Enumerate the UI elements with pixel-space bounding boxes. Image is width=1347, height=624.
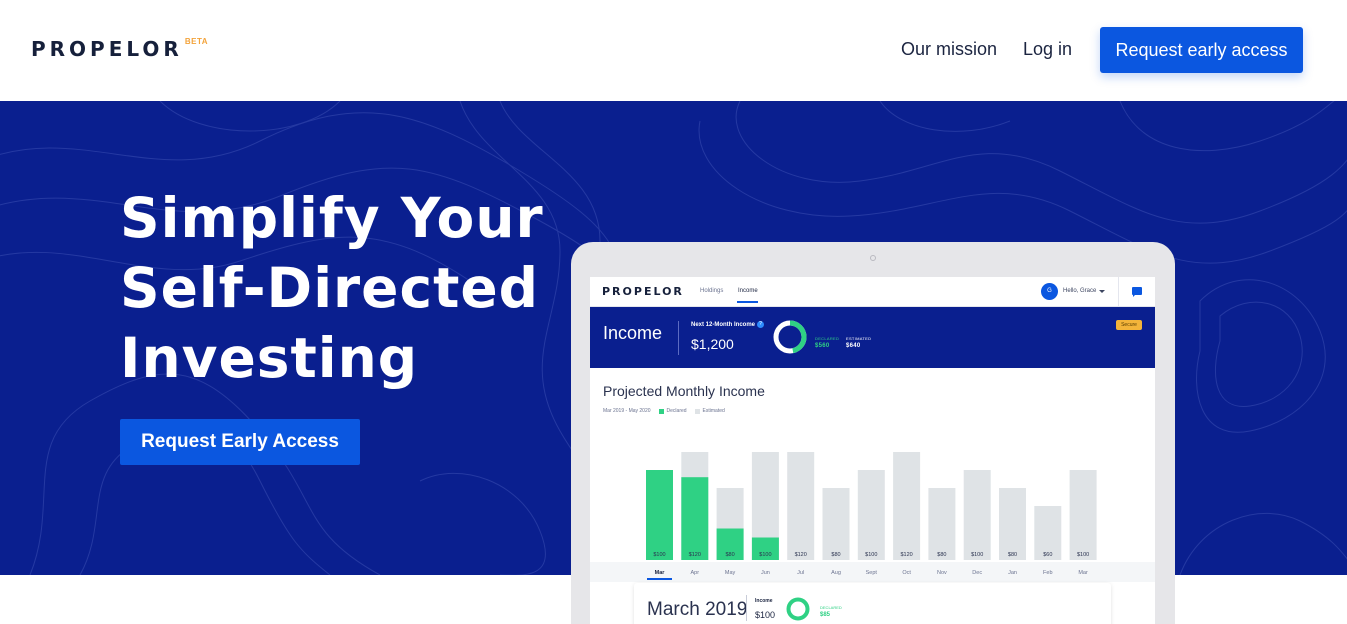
x-tick-label[interactable]: Oct bbox=[902, 570, 911, 576]
app-logo: PROPELOR bbox=[602, 285, 684, 298]
bar-value-label: $100 bbox=[759, 552, 771, 558]
legend-label-declared: Declared bbox=[666, 408, 687, 414]
x-tick-label[interactable]: Mar bbox=[1078, 570, 1088, 576]
x-tick-label[interactable]: Apr bbox=[691, 570, 700, 576]
x-tick-label[interactable]: Feb bbox=[1043, 570, 1052, 576]
legend-swatch-estimated bbox=[694, 408, 700, 414]
user-greeting: Hello, Grace bbox=[1063, 288, 1097, 294]
user-avatar: G bbox=[1041, 283, 1058, 300]
bar-value-label: $100 bbox=[653, 552, 665, 558]
declared-summary: DECLARED $560 bbox=[815, 336, 839, 349]
chart-legend: Mar 2019 - May 2020 Declared Estimated bbox=[603, 408, 725, 414]
x-tick-label[interactable]: Sept bbox=[866, 570, 878, 576]
divider bbox=[746, 595, 747, 621]
declared-value: $560 bbox=[815, 343, 830, 349]
x-tick-label[interactable]: Aug bbox=[831, 570, 841, 576]
detail-income-value: $100 bbox=[755, 610, 776, 620]
detail-month: March 2019 bbox=[647, 599, 748, 620]
hero-headline: Simplify Your Self-Directed Investing bbox=[120, 183, 560, 393]
bar-value-label: $80 bbox=[937, 552, 946, 558]
divider bbox=[1118, 277, 1119, 307]
hero-headline-line-1: Simplify Your bbox=[120, 186, 544, 250]
detail-income-label: Income bbox=[755, 598, 773, 604]
laptop-mockup: PROPELOR Holdings Income G Hello, Grace … bbox=[571, 242, 1175, 624]
x-tick-label[interactable]: Jan bbox=[1008, 570, 1017, 576]
logo-wordmark: PROPELOR bbox=[31, 37, 183, 61]
bar-estimated bbox=[893, 452, 921, 560]
bar-value-label: $80 bbox=[726, 552, 735, 558]
bar-declared bbox=[681, 477, 709, 560]
app-screen: PROPELOR Holdings Income G Hello, Grace … bbox=[590, 277, 1155, 624]
bar-value-label: $100 bbox=[1077, 552, 1089, 558]
legend-label-estimated: Estimated bbox=[702, 408, 725, 414]
request-early-access-button[interactable]: Request early access bbox=[1100, 27, 1303, 73]
chevron-down-icon bbox=[1099, 290, 1105, 293]
app-navbar: PROPELOR Holdings Income G Hello, Grace bbox=[590, 277, 1155, 307]
nav-our-mission-link[interactable]: Our mission bbox=[901, 38, 997, 60]
month-detail-card: March 2019 Income $100 DECLARED $85 bbox=[634, 583, 1111, 624]
legend-swatch-declared bbox=[658, 408, 664, 414]
bar-estimated bbox=[787, 452, 815, 560]
app-tab-income: Income bbox=[738, 288, 758, 294]
next-12-month-label: Next 12-Month Income bbox=[691, 322, 756, 328]
bar-estimated bbox=[999, 488, 1026, 560]
bar-value-label: $100 bbox=[971, 552, 983, 558]
bar-declared bbox=[646, 470, 673, 560]
income-summary-band: Income Next 12-Month Income ? $1,200 DEC… bbox=[590, 307, 1155, 368]
month-donut-chart bbox=[786, 597, 810, 621]
bar-value-label: $120 bbox=[900, 552, 912, 558]
estimated-label: ESTIMATED bbox=[846, 336, 872, 341]
bar-estimated bbox=[857, 470, 885, 560]
bar-value-label: $120 bbox=[689, 552, 701, 558]
bar-value-label: $120 bbox=[795, 552, 807, 558]
bar-estimated bbox=[822, 488, 850, 560]
estimated-value: $640 bbox=[846, 343, 861, 349]
x-tick-label[interactable]: Jun bbox=[761, 570, 770, 576]
detail-declared-label: DECLARED bbox=[820, 605, 842, 610]
camera-dot bbox=[870, 255, 876, 261]
hero-headline-line-2: Self-Directed bbox=[120, 256, 540, 320]
active-tab-indicator bbox=[737, 301, 758, 303]
nav-login-link[interactable]: Log in bbox=[1023, 38, 1072, 60]
x-tick-label[interactable]: Nov bbox=[937, 570, 947, 576]
income-heading: Income bbox=[603, 323, 663, 343]
top-navigation: PROPELOR BETA Our mission Log in Request… bbox=[0, 0, 1347, 101]
bar-estimated bbox=[928, 488, 956, 560]
estimated-summary: ESTIMATED $640 bbox=[846, 336, 871, 349]
secure-lock-badge: Secure bbox=[1116, 320, 1142, 330]
x-tick-label[interactable]: May bbox=[725, 570, 736, 576]
beta-badge: BETA bbox=[184, 37, 209, 46]
bar-estimated bbox=[963, 470, 991, 560]
app-tab-holdings: Holdings bbox=[700, 288, 724, 294]
x-tick-label[interactable]: Mar bbox=[655, 570, 666, 576]
x-tick-label[interactable]: Dec bbox=[972, 570, 982, 576]
bar-value-label: $100 bbox=[865, 552, 877, 558]
chart-date-range: Mar 2019 - May 2020 bbox=[603, 408, 651, 414]
next-12-month-value: $1,200 bbox=[691, 336, 734, 352]
declared-label: DECLARED bbox=[815, 336, 840, 341]
income-donut-chart bbox=[773, 320, 807, 354]
projected-income-bar-chart: $100 Mar $120 Apr $80 May $100 Jun $120 Jul $80 Aug… bbox=[646, 452, 1097, 580]
bar-value-label: $80 bbox=[831, 552, 840, 558]
selected-month-indicator bbox=[647, 578, 672, 580]
bar-value-label: $60 bbox=[1043, 552, 1052, 558]
detail-declared-value: $85 bbox=[820, 612, 831, 618]
hero-request-early-access-button[interactable]: Request Early Access bbox=[120, 419, 360, 465]
x-tick-label[interactable]: Jul bbox=[797, 570, 804, 576]
hero-headline-line-3: Investing bbox=[120, 326, 419, 390]
chat-icon bbox=[1132, 287, 1142, 297]
bar-estimated bbox=[1069, 470, 1097, 560]
info-icon: ? bbox=[757, 321, 764, 328]
bar-value-label: $80 bbox=[1008, 552, 1017, 558]
divider bbox=[678, 321, 679, 355]
detail-declared: DECLARED $85 bbox=[820, 605, 842, 618]
brand-logo[interactable]: PROPELOR BETA bbox=[31, 37, 208, 61]
chart-title: Projected Monthly Income bbox=[603, 383, 765, 399]
